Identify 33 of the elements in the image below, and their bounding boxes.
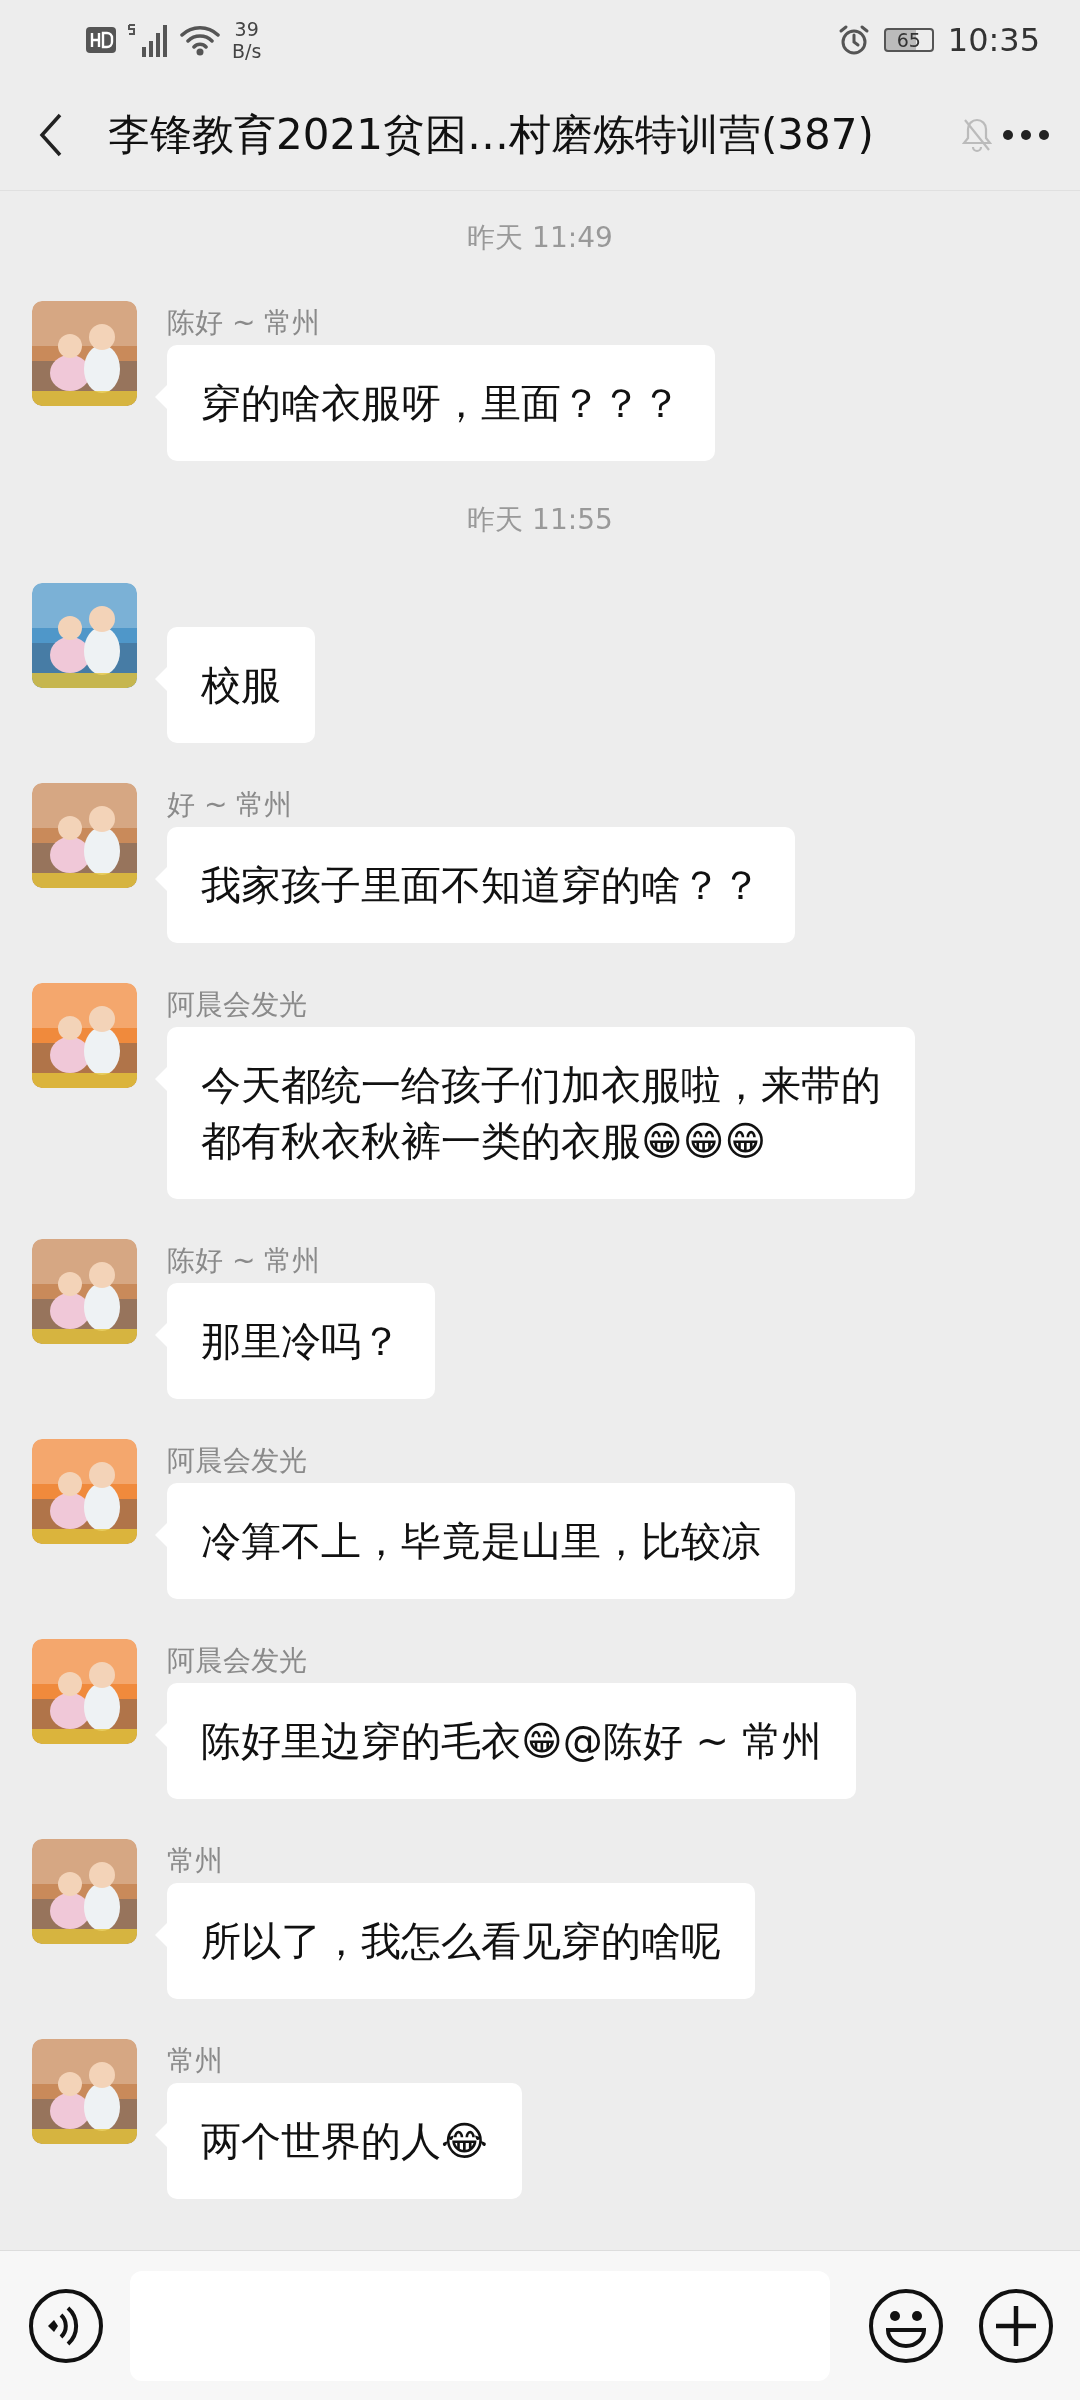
sender-name: 阿晨会发光 — [167, 1643, 307, 1679]
message-bubble: 穿的啥衣服呀，里面？？？ — [167, 345, 715, 461]
wifi-icon — [180, 24, 220, 56]
sender-name: 常州 — [167, 2043, 223, 2079]
message-bubble: 所以了，我怎么看见穿的啥呢 — [167, 1883, 755, 1999]
voice-icon[interactable] — [28, 2287, 104, 2364]
timestamp: 昨天 11:49 — [467, 220, 613, 256]
message-bubble: 那里冷吗？ — [167, 1283, 435, 1399]
sender-name: 阿晨会发光 — [167, 1443, 307, 1479]
battery-icon: 65 — [883, 28, 934, 52]
sender-name: 好 ~ 常州 — [167, 787, 293, 823]
back-icon[interactable] — [38, 112, 64, 158]
message-bubble: 校服 — [167, 627, 315, 743]
network-speed: 39 — [234, 18, 259, 40]
message-bubble: 陈好里边穿的毛衣😁@陈好 ~ 常州 — [167, 1683, 856, 1799]
plus-icon[interactable] — [978, 2287, 1054, 2364]
signal-icon — [128, 23, 168, 57]
message-bubble: 我家孩子里面不知道穿的啥？？ — [167, 827, 795, 943]
alarm-icon — [837, 24, 870, 56]
sender-name: 阿晨会发光 — [167, 987, 307, 1023]
sender-name: 常州 — [167, 1843, 223, 1879]
more-icon[interactable] — [1002, 129, 1050, 141]
sender-name: 陈好 ~ 常州 — [167, 305, 321, 341]
hd-icon — [86, 27, 116, 53]
message-bubble: 两个世界的人😂 — [167, 2083, 522, 2199]
message-bubble: 冷算不上，毕竟是山里，比较凉 — [167, 1483, 795, 1599]
emoji-icon[interactable] — [868, 2287, 944, 2364]
clock-time: 10:35 — [947, 21, 1040, 59]
message-bubble: 今天都统一给孩子们加衣服啦，来带的都有秋衣秋裤一类的衣服😁😁😁 — [167, 1027, 915, 1199]
speed-unit: B/s — [232, 40, 262, 62]
sender-name: 陈好 ~ 常州 — [167, 1243, 321, 1279]
timestamp: 昨天 11:55 — [467, 502, 613, 538]
chat-title: 李锋教育2021贫困…村磨炼特训营(387) — [108, 109, 874, 161]
